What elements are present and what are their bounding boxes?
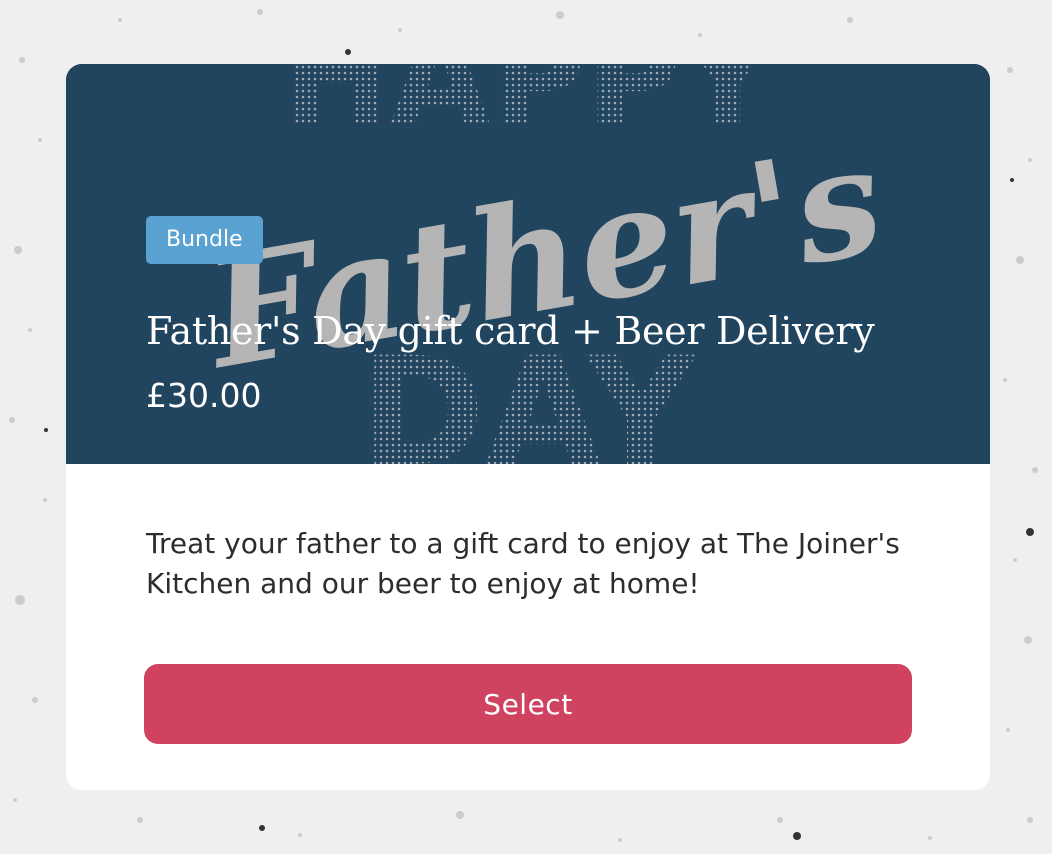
product-price: £30.00 bbox=[146, 376, 262, 415]
product-image: HAPPY DAY Father's Bundle Father's Day g… bbox=[66, 64, 990, 464]
product-card: HAPPY DAY Father's Bundle Father's Day g… bbox=[66, 64, 990, 790]
product-description: Treat your father to a gift card to enjo… bbox=[146, 527, 900, 600]
select-button[interactable]: Select bbox=[144, 664, 912, 744]
product-title: Father's Day gift card + Beer Delivery bbox=[146, 309, 875, 353]
bundle-badge: Bundle bbox=[146, 216, 263, 264]
